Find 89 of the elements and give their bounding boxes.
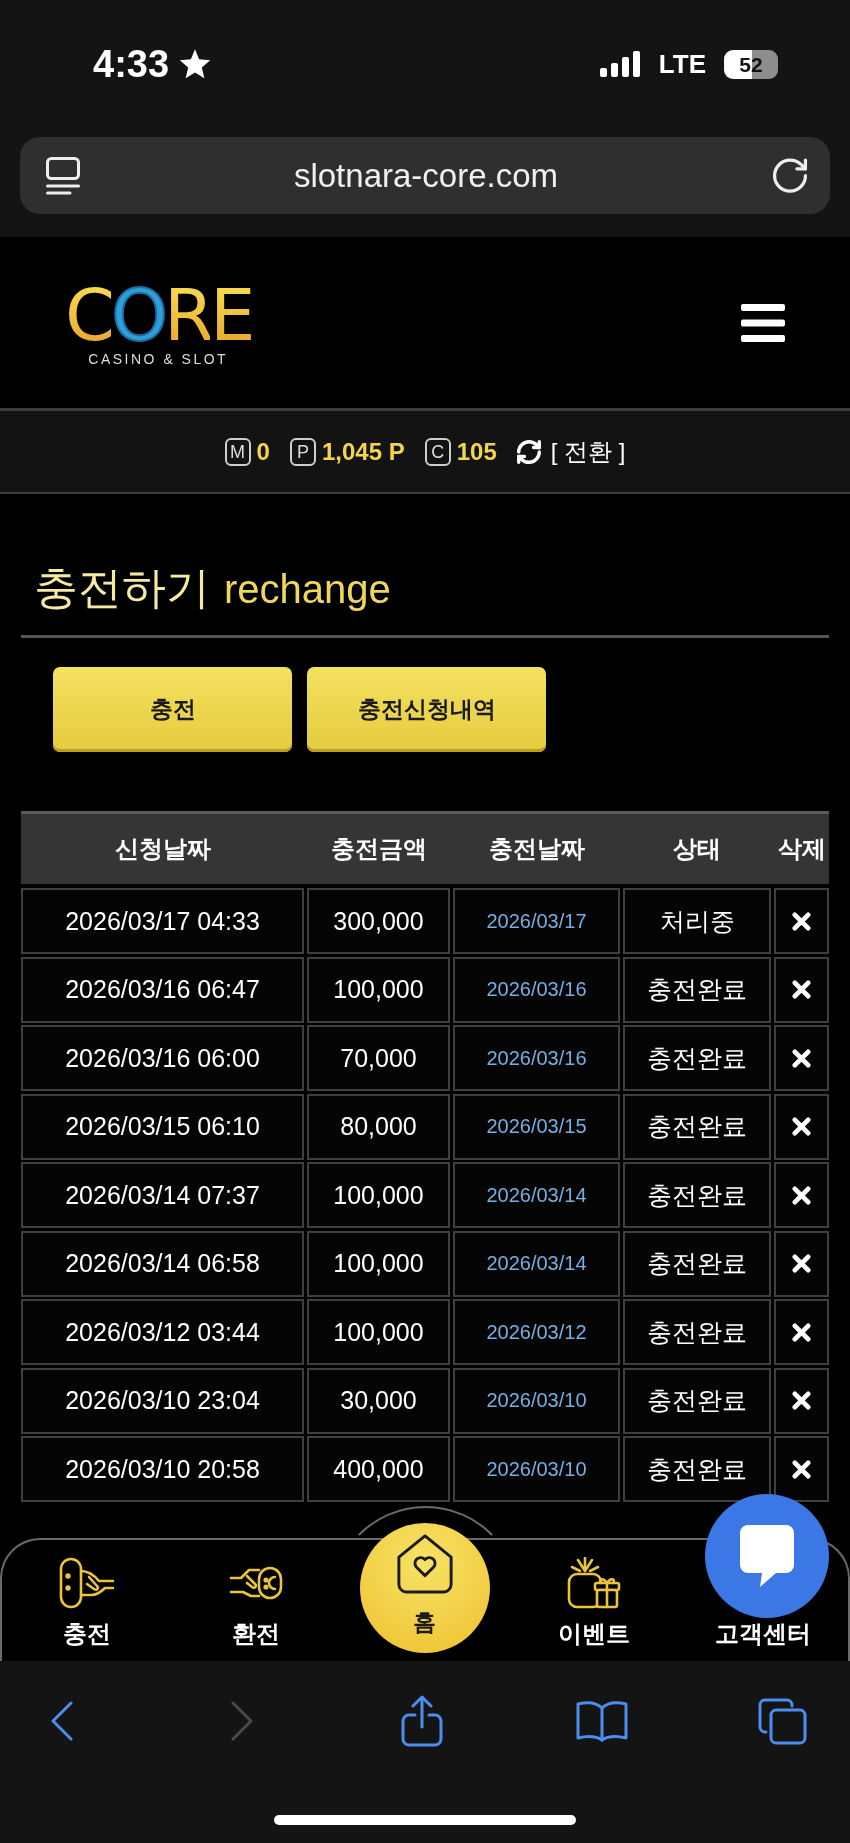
table-cell: 2026/03/12 03:44 xyxy=(21,1299,304,1365)
table-cell: 충전완료 xyxy=(623,1025,771,1091)
table-cell: 2026/03/17 04:33 xyxy=(21,888,304,954)
refresh-icon[interactable] xyxy=(516,439,541,464)
table-cell: 충전완료 xyxy=(623,1093,771,1160)
close-icon[interactable] xyxy=(792,1391,811,1410)
share-icon xyxy=(401,1695,443,1747)
table-cell: 2026/03/14 xyxy=(453,1162,620,1228)
table-cell: 2026/03/14 06:58 xyxy=(21,1230,304,1297)
menu-icon[interactable] xyxy=(741,303,785,342)
column-header: 삭제 xyxy=(776,834,827,864)
nav-item[interactable]: 충전 xyxy=(58,1557,115,1648)
table-cell: 처리중 xyxy=(623,888,771,954)
table-cell: 2026/03/12 xyxy=(453,1299,620,1365)
balance-value: 1,045 P xyxy=(321,439,405,464)
currency-badge: M xyxy=(224,437,251,466)
table-cell: 100,000 xyxy=(307,1299,450,1365)
balance-value: 105 xyxy=(456,439,497,464)
house-heart-icon xyxy=(395,1534,455,1594)
table-cell: 2026/03/15 06:10 xyxy=(21,1093,304,1160)
convert-link[interactable]: [ 전환 ] xyxy=(550,439,626,464)
currency-badge: P xyxy=(289,437,316,466)
reload-icon[interactable] xyxy=(772,156,808,195)
close-icon[interactable] xyxy=(792,1048,811,1068)
gift-icon xyxy=(567,1557,622,1609)
table-cell: 2026/03/10 20:58 xyxy=(21,1436,304,1502)
logo-tagline: CASINO & SLOT xyxy=(88,352,229,367)
table-cell: 2026/03/10 xyxy=(453,1367,620,1434)
nav-item[interactable]: 고객센터 xyxy=(715,1620,812,1648)
table-cell: 충전완료 xyxy=(623,1230,771,1297)
close-icon[interactable] xyxy=(792,1322,811,1342)
table-cell: 2026/03/10 xyxy=(453,1436,620,1502)
url-text: slotnara-core.com xyxy=(292,159,560,192)
table-cell: 100,000 xyxy=(307,1230,450,1297)
table-cell: 100,000 xyxy=(307,1162,450,1228)
action-button[interactable]: 충전 xyxy=(53,667,292,752)
table-cell: 2026/03/16 06:47 xyxy=(21,956,304,1023)
table-cell: 충전완료 xyxy=(623,1162,771,1228)
close-icon[interactable] xyxy=(792,1254,811,1273)
balance-value: 0 xyxy=(256,439,270,464)
table-cell: 2026/03/10 23:04 xyxy=(21,1367,304,1434)
page-title: 충전하기 xyxy=(34,563,210,613)
close-icon[interactable] xyxy=(792,1185,811,1205)
close-icon[interactable] xyxy=(792,980,811,999)
network-type: LTE xyxy=(658,51,706,77)
table-cell: 2026/03/16 xyxy=(453,1025,620,1091)
table-cell: 2026/03/14 07:37 xyxy=(21,1162,304,1228)
table-cell: 2026/03/17 xyxy=(453,888,620,954)
table-cell: 충전완료 xyxy=(623,1436,771,1502)
chevron-right-icon xyxy=(230,1701,254,1741)
coin-hand-icon xyxy=(58,1557,115,1609)
column-header: 신청날짜 xyxy=(113,834,212,864)
table-cell: 충전완료 xyxy=(623,1367,771,1434)
close-icon[interactable] xyxy=(792,911,811,931)
home-button[interactable]: 홈 xyxy=(360,1523,490,1653)
action-button[interactable]: 충전신청내역 xyxy=(307,667,546,752)
address-bar[interactable]: slotnara-core.com xyxy=(20,137,830,214)
nav-item[interactable]: 환전 xyxy=(228,1557,283,1648)
table-cell: 2026/03/16 06:00 xyxy=(21,1025,304,1091)
star-icon xyxy=(179,48,212,80)
table-cell: 2026/03/15 xyxy=(453,1093,620,1160)
table-cell: 충전완료 xyxy=(623,956,771,1023)
signal-icon xyxy=(599,51,641,77)
page-menu-icon[interactable] xyxy=(46,156,80,195)
page-subtitle: rechange xyxy=(224,566,391,613)
chat-bubble-icon xyxy=(738,1523,796,1589)
table-cell: 2026/03/16 xyxy=(453,956,620,1023)
column-header: 충전금액 xyxy=(329,834,428,864)
column-header: 충전날짜 xyxy=(487,834,586,864)
table-cell: 70,000 xyxy=(307,1025,450,1091)
status-time: 4:33 xyxy=(93,45,170,83)
exchange-hands-icon xyxy=(228,1566,283,1600)
table-cell: 100,000 xyxy=(307,956,450,1023)
close-icon[interactable] xyxy=(792,1117,811,1136)
currency-badge: C xyxy=(424,437,451,466)
nav-item[interactable]: 이벤트 xyxy=(558,1557,631,1648)
table-cell: 30,000 xyxy=(307,1367,450,1434)
logo-wordmark: CORE xyxy=(65,284,252,347)
table-cell: 80,000 xyxy=(307,1093,450,1160)
battery-indicator: 52 xyxy=(724,49,778,79)
table-cell: 300,000 xyxy=(307,888,450,954)
tabs-icon xyxy=(757,1697,807,1745)
table-cell: 충전완료 xyxy=(623,1299,771,1365)
book-icon xyxy=(576,1700,628,1742)
chevron-left-icon xyxy=(50,1701,74,1741)
table-cell: 2026/03/14 xyxy=(453,1230,620,1297)
column-header: 상태 xyxy=(672,834,722,864)
close-icon[interactable] xyxy=(792,1459,811,1479)
table-cell: 400,000 xyxy=(307,1436,450,1502)
